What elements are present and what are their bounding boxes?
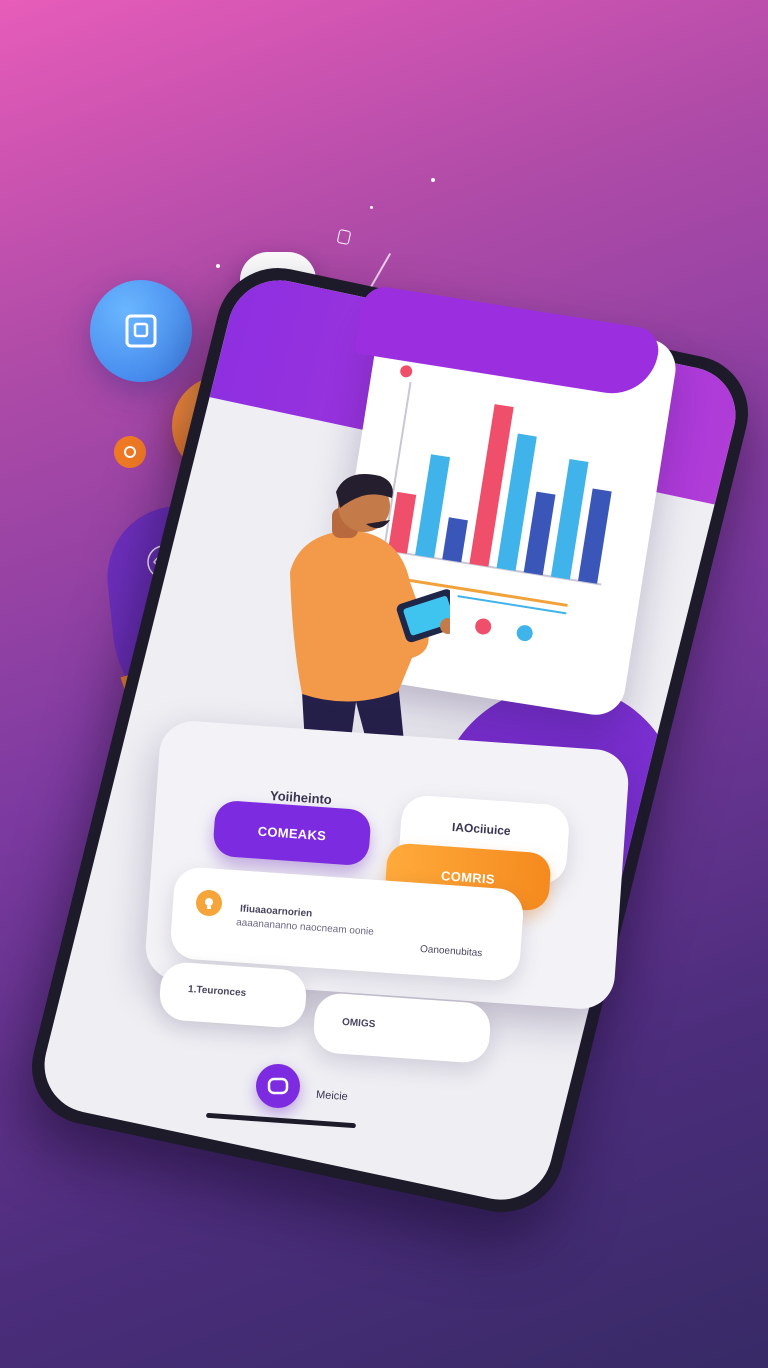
legend-dot-red (475, 618, 492, 635)
decor-square (336, 228, 352, 246)
decor-dot (431, 178, 435, 182)
primary-button[interactable]: COMEAKS (212, 799, 372, 867)
footer-label: Meicie (315, 1088, 349, 1104)
logo-button[interactable] (256, 1064, 300, 1108)
badge-icon (124, 446, 136, 458)
legend-dot-blue (516, 625, 533, 642)
bulb-icon (205, 898, 213, 909)
pill-right[interactable] (312, 991, 492, 1065)
bar-6 (523, 491, 556, 576)
bulb-badge (196, 890, 222, 916)
decor-dot (370, 206, 373, 209)
progress-line-blue (457, 595, 567, 615)
clipboard-bubble (90, 280, 192, 382)
decor-line (369, 253, 391, 289)
logo-icon (267, 1077, 289, 1095)
badge-bubble (114, 436, 146, 468)
clipboard-icon (125, 314, 157, 348)
man-illustration (290, 474, 450, 762)
bar-8 (578, 488, 612, 584)
decor-dot (216, 264, 220, 268)
pill-right-label: OMIGS (341, 1016, 376, 1031)
